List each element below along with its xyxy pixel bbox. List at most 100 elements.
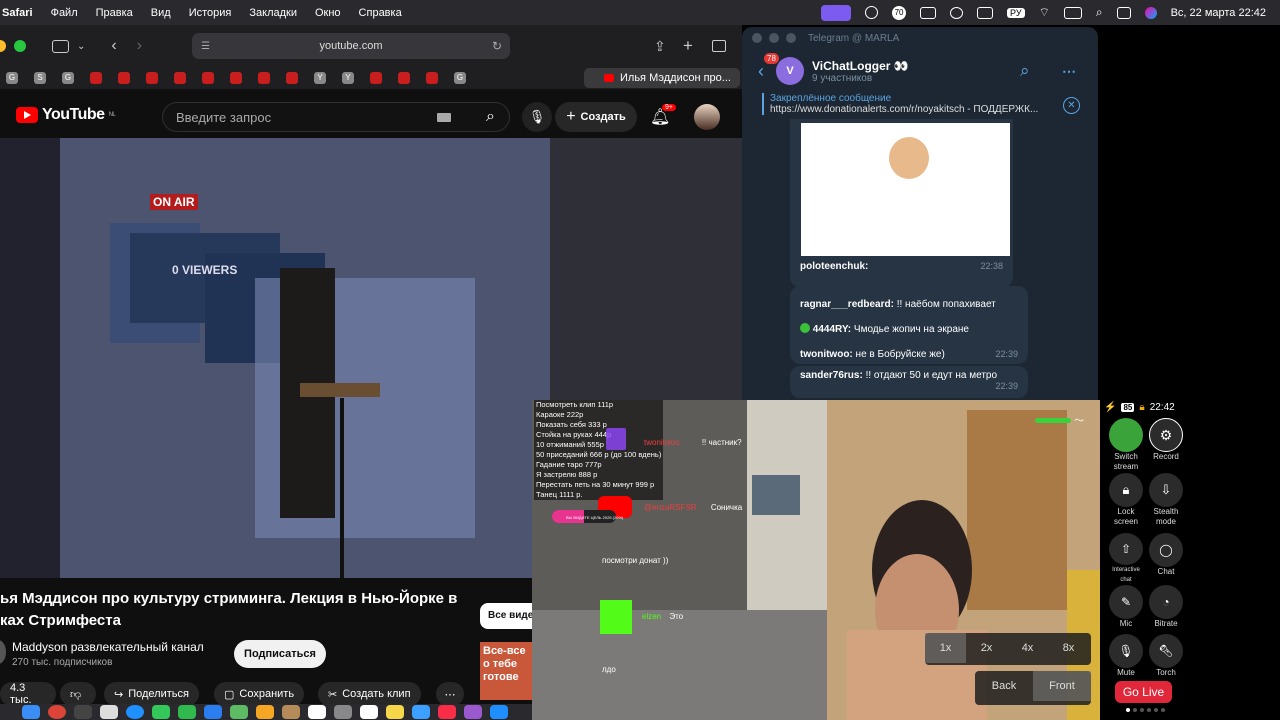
safari-icon[interactable] bbox=[126, 705, 144, 719]
related-thumbnail[interactable]: Все-все о тебе готове bbox=[480, 642, 532, 700]
tab-favicon[interactable]: Y bbox=[342, 72, 354, 84]
see-all-videos-button[interactable]: Все видео bbox=[480, 603, 540, 629]
save-button[interactable]: ▢ Сохранить bbox=[214, 682, 305, 706]
calendar-icon[interactable] bbox=[308, 705, 326, 719]
avatar[interactable] bbox=[694, 104, 720, 130]
messages-icon[interactable] bbox=[152, 705, 170, 719]
back-button[interactable]: ‹ bbox=[111, 37, 116, 55]
music-icon[interactable] bbox=[438, 705, 456, 719]
close-pinned-icon[interactable]: ✕ bbox=[1063, 97, 1080, 114]
tab-favicon-youtube[interactable] bbox=[118, 72, 130, 84]
interactive-chat-button[interactable]: ⇧ Interactive chat bbox=[1106, 533, 1146, 585]
back-camera-button[interactable]: Back bbox=[975, 671, 1033, 701]
reload-icon[interactable]: ↻ bbox=[492, 39, 502, 53]
create-button[interactable]: + Создать bbox=[555, 102, 637, 132]
chat-button[interactable]: ◯ Chat bbox=[1146, 533, 1186, 585]
message-author[interactable]: poloteenchuk: bbox=[800, 261, 868, 272]
control-center-icon[interactable] bbox=[1116, 6, 1131, 19]
keyboard-icon[interactable] bbox=[437, 112, 451, 122]
finder-icon[interactable] bbox=[22, 705, 40, 719]
mute-button[interactable]: 🎙 Mute bbox=[1106, 634, 1146, 680]
page-dot[interactable] bbox=[1147, 708, 1151, 712]
screen-mirror-icon[interactable] bbox=[821, 4, 852, 21]
tab-favicon-youtube[interactable] bbox=[90, 72, 102, 84]
go-live-button[interactable]: Go Live bbox=[1115, 681, 1172, 703]
badge-icon[interactable]: 70 bbox=[892, 5, 907, 20]
menu-file[interactable]: Файл bbox=[51, 7, 78, 19]
tab-favicon[interactable]: G bbox=[6, 72, 18, 84]
tab-favicon-youtube[interactable] bbox=[258, 72, 270, 84]
tab-favicon-youtube[interactable] bbox=[398, 72, 410, 84]
freeform-icon[interactable] bbox=[412, 705, 430, 719]
tab-favicon-youtube[interactable] bbox=[174, 72, 186, 84]
new-tab-button[interactable]: + bbox=[683, 36, 693, 56]
back-button[interactable]: ‹ bbox=[758, 61, 764, 82]
tab-favicon-youtube[interactable] bbox=[426, 72, 438, 84]
pinned-message[interactable]: Закреплённое сообщение https://www.donat… bbox=[762, 93, 1062, 115]
siri-icon[interactable] bbox=[1144, 6, 1157, 19]
stream-preview[interactable]: Посмотреть клип 111р Караоке 222р Показа… bbox=[532, 400, 1102, 720]
keyboard-layout-icon[interactable]: РУ bbox=[1007, 7, 1025, 18]
contacts-icon[interactable] bbox=[282, 705, 300, 719]
zoom-4x-button[interactable]: 4x bbox=[1007, 633, 1048, 663]
page-dot[interactable] bbox=[1154, 708, 1158, 712]
facetime-icon[interactable] bbox=[178, 705, 196, 719]
share-icon[interactable]: ⇪ bbox=[654, 38, 666, 55]
menu-window[interactable]: Окно bbox=[315, 7, 341, 19]
window-zoom-button[interactable] bbox=[14, 40, 26, 52]
voice-search-button[interactable]: 🎙 bbox=[522, 102, 552, 132]
tab-overview-icon[interactable] bbox=[712, 40, 726, 52]
tab-favicon-youtube[interactable] bbox=[202, 72, 214, 84]
tab-favicon-youtube[interactable] bbox=[286, 72, 298, 84]
page-settings-icon[interactable]: ☰ bbox=[201, 41, 210, 52]
menu-view[interactable]: Вид bbox=[151, 7, 171, 19]
menu-edit[interactable]: Правка bbox=[96, 7, 133, 19]
tab-favicon[interactable]: G bbox=[62, 72, 74, 84]
message-author[interactable]: ragnar___redbeard: bbox=[800, 299, 894, 310]
search-icon[interactable]: ⌕ bbox=[1020, 61, 1030, 81]
dislike-button[interactable]: 👎︎ bbox=[60, 682, 96, 706]
notifications-button[interactable]: 🔔︎ 9+ bbox=[650, 104, 676, 127]
chrome-icon[interactable] bbox=[48, 705, 66, 719]
message[interactable]: 4444RY: Чмодье жопич на экране bbox=[800, 317, 1018, 342]
app-store-icon[interactable] bbox=[490, 705, 508, 719]
window-close-button[interactable] bbox=[0, 40, 6, 52]
menu-history[interactable]: История bbox=[189, 7, 232, 19]
switch-stream-button[interactable]: Switch stream bbox=[1106, 418, 1146, 473]
tab-favicon-youtube[interactable] bbox=[146, 72, 158, 84]
youtube-logo[interactable]: YouTube NL bbox=[16, 106, 116, 124]
more-actions-button[interactable]: ⋯ bbox=[436, 682, 464, 706]
message[interactable]: twonitwoo: не в Бобруйске же) 22:39 bbox=[800, 342, 1018, 367]
like-button[interactable]: 4.3 тыс. bbox=[0, 682, 56, 706]
tab-favicon-youtube[interactable] bbox=[230, 72, 242, 84]
message-author[interactable]: 4444RY: bbox=[813, 324, 851, 335]
chat-name[interactable]: ViChatLogger 👀 bbox=[812, 59, 909, 73]
chevron-down-icon[interactable]: ⌄ bbox=[77, 41, 85, 52]
help-icon[interactable] bbox=[74, 705, 92, 719]
address-bar[interactable]: ☰ youtube.com ↻ bbox=[192, 33, 510, 59]
maps-icon[interactable] bbox=[230, 705, 248, 719]
subscribe-button[interactable]: Подписаться bbox=[234, 640, 326, 668]
notes-icon[interactable] bbox=[386, 705, 404, 719]
tab-favicon[interactable]: G bbox=[454, 72, 466, 84]
search-icon[interactable]: ⌕ bbox=[1096, 5, 1103, 20]
menu-bookmarks[interactable]: Закладки bbox=[249, 7, 297, 19]
message-author[interactable]: twonitwoo: bbox=[800, 349, 853, 360]
page-dot[interactable] bbox=[1133, 708, 1137, 712]
message[interactable]: sander76rus: !! отдают 50 и едут на метр… bbox=[790, 366, 1028, 398]
status-icon[interactable] bbox=[865, 6, 879, 19]
torch-button[interactable]: 🔦︎ Torch bbox=[1146, 634, 1186, 680]
battery-icon[interactable] bbox=[1063, 6, 1082, 19]
podcasts-icon[interactable] bbox=[464, 705, 482, 719]
stealth-mode-button[interactable]: ⇩ Stealth mode bbox=[1146, 473, 1186, 533]
system-settings-icon[interactable] bbox=[334, 705, 352, 719]
group-avatar[interactable]: V bbox=[776, 57, 804, 85]
clip-button[interactable]: ✂ Создать клип bbox=[318, 682, 421, 706]
menubar-clock[interactable]: Вс, 22 марта 22:42 bbox=[1171, 7, 1266, 19]
message[interactable]: ragnar___redbeard: !! наёбом попахивает bbox=[800, 292, 1018, 317]
play-icon[interactable] bbox=[950, 6, 964, 19]
forward-button[interactable]: › bbox=[137, 37, 142, 55]
page-dot[interactable] bbox=[1161, 708, 1165, 712]
zoom-8x-button[interactable]: 8x bbox=[1048, 633, 1089, 663]
wifi-icon[interactable]: ⌔ bbox=[1039, 5, 1050, 20]
